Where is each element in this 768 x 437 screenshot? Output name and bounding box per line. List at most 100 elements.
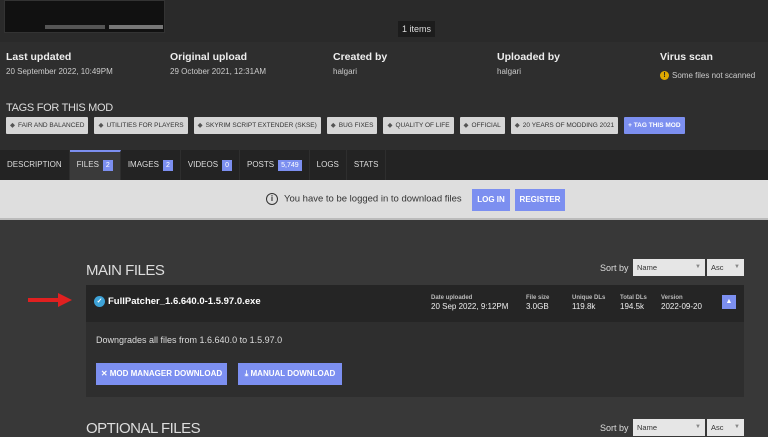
tag-this-mod-button[interactable]: + TAG THIS MOD [624, 117, 685, 134]
button-label: TAG THIS MOD [633, 122, 681, 129]
chevron-up-icon: ▲ [725, 298, 733, 305]
stat-label: Date uploaded [431, 295, 473, 301]
manual-download-button[interactable]: ⤓ MANUAL DOWNLOAD [238, 363, 342, 385]
caret-down-icon: ▼ [695, 264, 701, 270]
tags-section: TAGS FOR THIS MOD ◆ FAIR AND BALANCED ◆ UT… [0, 88, 768, 150]
stat-label: File size [526, 295, 550, 301]
login-notice: i You have to be logged in to download fi… [0, 180, 768, 220]
order-select[interactable]: Asc ▼ [707, 259, 744, 276]
tag-icon: ◆ [330, 122, 336, 129]
sort-select[interactable]: Name ▼ [633, 259, 705, 276]
file-header[interactable]: ✓ FullPatcher_1.6.640.0-1.5.97.0.exe Date… [86, 285, 744, 322]
tag[interactable]: ◆ UTILITIES FOR PLAYERS [94, 117, 188, 134]
tag[interactable]: ◆ SKYRIM SCRIPT EXTENDER (SKSE) [193, 117, 321, 134]
tab-label: FILES [76, 160, 99, 169]
tab-files[interactable]: FILES 2 [69, 150, 121, 180]
select-value: Asc [711, 263, 724, 272]
tag-label: BUG FIXES [338, 122, 374, 129]
virus-scan-status: Some files not scanned [672, 71, 756, 80]
info-heading: Virus scan [660, 51, 713, 63]
tag-label: FAIR AND BALANCED [18, 122, 85, 129]
stat-label: Unique DLs [572, 295, 606, 301]
tools-icon: ✕ [100, 369, 110, 378]
tag-icon: ◆ [463, 122, 469, 129]
info-heading: Original upload [170, 51, 248, 63]
sort-label: Sort by [600, 263, 629, 273]
file-details: Downgrades all files from 1.6.640.0 to 1… [86, 322, 744, 397]
caret-down-icon: ▼ [734, 264, 740, 270]
uploader-link[interactable]: halgari [497, 67, 560, 76]
tab-label: IMAGES [127, 160, 159, 169]
info-icon: i [266, 193, 278, 205]
tag-icon: ◆ [10, 122, 15, 129]
tab-images[interactable]: IMAGES 2 [121, 150, 181, 180]
caret-down-icon: ▼ [695, 424, 701, 430]
register-button[interactable]: REGISTER [515, 189, 565, 211]
optional-files-title: OPTIONAL FILES [86, 420, 201, 437]
tag-label: 20 YEARS OF MODDING 2021 [522, 122, 615, 129]
check-icon: ✓ [94, 296, 105, 307]
tag[interactable]: ◆ OFFICIAL [459, 117, 505, 134]
tag-icon: ◆ [98, 122, 104, 129]
tag-label: SKYRIM SCRIPT EXTENDER (SKSE) [205, 122, 317, 129]
stat-value: 3.0GB [526, 302, 549, 311]
stat-value: 119.8k [572, 302, 596, 311]
caret-down-icon: ▼ [734, 424, 740, 430]
info-heading: Last updated [6, 51, 72, 63]
tab-stats[interactable]: STATS [347, 150, 387, 180]
count-badge: 2 [102, 160, 113, 171]
gallery-count: 1 items [398, 21, 436, 37]
tab-label: POSTS [246, 160, 275, 169]
info-value: 20 September 2022, 10:49PM [6, 67, 113, 76]
tag-icon: ◆ [197, 122, 203, 129]
tag-icon: ◆ [514, 122, 520, 129]
red-arrow-annotation [28, 293, 72, 307]
tab-label: DESCRIPTION [7, 160, 62, 169]
stat-value: 2022-09-20 [661, 302, 702, 311]
mod-manager-download-button[interactable]: ✕ MOD MANAGER DOWNLOAD [96, 363, 227, 385]
select-value: Asc [711, 423, 724, 432]
tag-label: QUALITY OF LIFE [395, 122, 450, 129]
order-select[interactable]: Asc ▼ [707, 419, 744, 436]
gallery-thumbnail[interactable] [4, 0, 165, 33]
tab-label: STATS [353, 160, 379, 169]
tab-posts[interactable]: POSTS 5,749 [240, 150, 310, 180]
count-badge: 0 [222, 160, 232, 171]
tag[interactable]: ◆ FAIR AND BALANCED [6, 117, 89, 134]
stat-value: 20 Sep 2022, 9:12PM [431, 302, 509, 311]
info-heading: Created by [333, 51, 388, 63]
tag[interactable]: ◆ BUG FIXES [326, 117, 378, 134]
tag-icon: ◆ [387, 122, 393, 129]
file-description: Downgrades all files from 1.6.640.0 to 1… [96, 335, 283, 345]
button-label: MANUAL DOWNLOAD [250, 369, 336, 378]
tag-label: OFFICIAL [471, 122, 501, 129]
main-files-title: MAIN FILES [86, 262, 165, 279]
tag-label: UTILITIES FOR PLAYERS [106, 122, 184, 129]
count-badge: 2 [162, 160, 173, 171]
info-heading: Uploaded by [497, 51, 561, 63]
login-message: You have to be logged in to download fil… [284, 193, 462, 205]
tab-logs[interactable]: LOGS [310, 150, 347, 180]
select-value: Name [637, 423, 658, 432]
tab-label: VIDEOS [187, 160, 219, 169]
stat-value: 194.5k [620, 302, 645, 311]
stat-label: Total DLs [620, 295, 647, 301]
tag[interactable]: ◆ QUALITY OF LIFE [383, 117, 454, 134]
button-label: MOD MANAGER DOWNLOAD [109, 369, 223, 378]
info-value: 29 October 2021, 12:31AM [170, 67, 267, 76]
tab-videos[interactable]: VIDEOS 0 [181, 150, 240, 180]
mod-info-row: Last updated 20 September 2022, 10:49PM O… [0, 42, 768, 88]
mod-tabs: DESCRIPTION FILES 2 IMAGES 2 VIDEOS 0 POSTS… [0, 150, 768, 180]
tag[interactable]: ◆ 20 YEARS OF MODDING 2021 [510, 117, 619, 134]
tags-title: TAGS FOR THIS MOD [6, 102, 113, 114]
select-value: Name [637, 263, 658, 272]
tab-label: LOGS [316, 160, 339, 169]
tab-description[interactable]: DESCRIPTION [0, 150, 70, 180]
warning-icon: ! [660, 71, 669, 81]
collapse-button[interactable]: ▲ [722, 295, 736, 309]
login-button[interactable]: LOG IN [472, 189, 510, 211]
count-badge: 5,749 [278, 160, 302, 171]
sort-select[interactable]: Name ▼ [633, 419, 705, 436]
info-value: halgari [333, 67, 358, 76]
stat-label: Version [661, 295, 683, 301]
